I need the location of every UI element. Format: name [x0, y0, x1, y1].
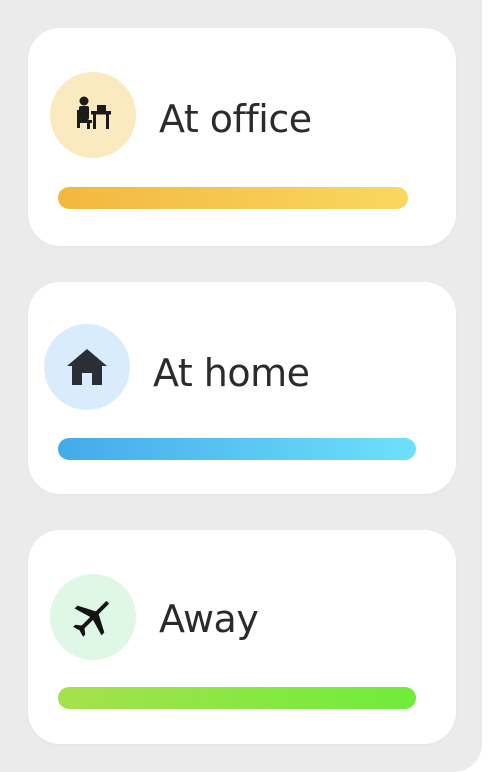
status-progress-bar	[58, 187, 408, 209]
status-card-at-office[interactable]: At office	[28, 28, 456, 246]
status-panel: At office At home Away	[0, 0, 482, 772]
airplane-icon	[50, 574, 136, 660]
status-label: At office	[159, 97, 312, 141]
desk-worker-icon	[50, 72, 136, 158]
status-card-at-home[interactable]: At home	[28, 282, 456, 494]
status-label: Away	[159, 597, 259, 641]
status-progress-bar	[58, 438, 416, 460]
status-card-away[interactable]: Away	[28, 530, 456, 744]
status-label: At home	[153, 351, 310, 395]
home-icon	[44, 324, 130, 410]
status-progress-bar	[58, 687, 416, 709]
